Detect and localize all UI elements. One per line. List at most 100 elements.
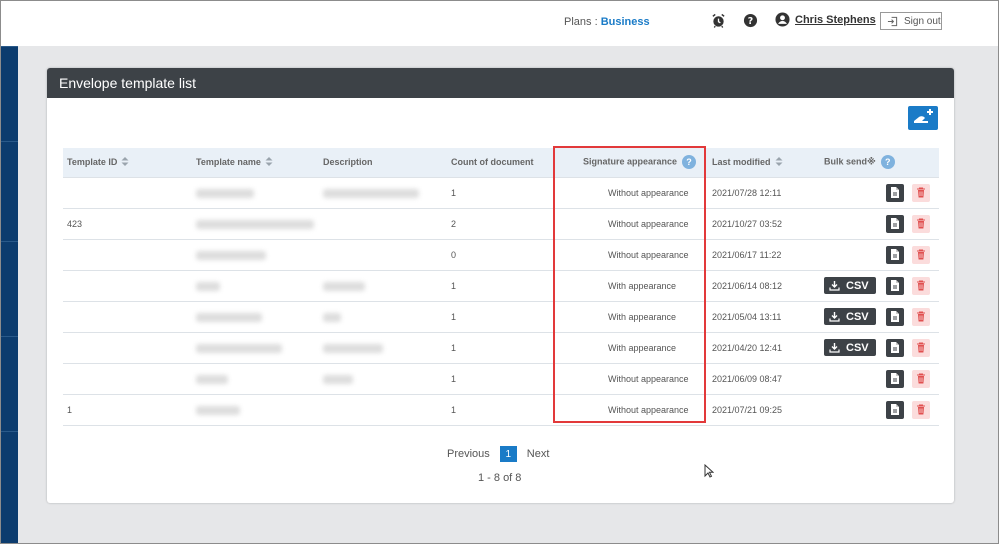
last-modified-cell: 2021/06/09 08:47 — [708, 362, 820, 394]
template-id-cell — [63, 269, 192, 301]
panel-title: Envelope template list — [47, 68, 954, 98]
signature-appearance-cell: Without appearance — [579, 393, 708, 426]
document-icon[interactable] — [886, 214, 904, 233]
description-cell — [319, 300, 447, 332]
redacted-description — [323, 188, 419, 198]
next-page-link[interactable]: Next — [527, 448, 550, 460]
document-count-cell: 1 — [447, 393, 579, 426]
current-page-number[interactable]: 1 — [499, 446, 517, 462]
csv-download-button[interactable]: CSV — [824, 339, 876, 356]
column-header-description: Description — [319, 148, 447, 177]
csv-download-button[interactable]: CSV — [824, 308, 876, 325]
description-cell — [319, 207, 447, 239]
redacted-template-name — [196, 312, 262, 322]
previous-page-link[interactable]: Previous — [447, 448, 490, 460]
document-icon[interactable] — [886, 338, 904, 357]
delete-icon[interactable] — [912, 276, 930, 295]
mouse-cursor-icon — [704, 463, 715, 483]
column-header-bulk-send: Bulk send※? — [820, 148, 939, 177]
last-modified-cell: 2021/07/21 09:25 — [708, 393, 820, 426]
redacted-description — [323, 312, 341, 322]
redacted-template-name — [196, 343, 282, 353]
download-icon — [829, 280, 840, 291]
column-header-template-name[interactable]: Template name — [192, 148, 319, 177]
table-row: 1 Without appearance 2021/06/09 08:47 — [63, 362, 939, 394]
sort-icon[interactable] — [265, 156, 273, 168]
template-name-cell — [192, 207, 319, 239]
csv-label: CSV — [846, 279, 869, 292]
envelope-template-panel: Envelope template list Template ID Templ… — [47, 68, 954, 503]
delete-icon[interactable] — [912, 214, 930, 233]
alarm-clock-icon[interactable] — [710, 12, 726, 28]
description-cell — [319, 362, 447, 394]
template-name-cell — [192, 238, 319, 270]
help-icon[interactable]: ? — [742, 12, 758, 28]
redacted-template-name — [196, 405, 240, 415]
actions-cell: CSV — [820, 331, 939, 363]
actions-cell — [820, 176, 939, 208]
column-header-last-modified[interactable]: Last modified — [708, 148, 820, 177]
csv-download-button[interactable]: CSV — [824, 277, 876, 294]
sign-out-icon — [887, 16, 898, 26]
svg-text:?: ? — [747, 15, 752, 26]
description-cell — [319, 331, 447, 363]
sign-out-button[interactable]: Sign out — [880, 12, 942, 30]
template-name-cell — [192, 269, 319, 301]
user-name: Chris Stephens — [795, 13, 876, 26]
document-icon[interactable] — [886, 183, 904, 202]
add-template-button[interactable] — [908, 106, 938, 130]
actions-cell — [820, 238, 939, 270]
user-account-link[interactable]: Chris Stephens — [775, 12, 876, 27]
redacted-description — [323, 343, 383, 353]
template-name-cell — [192, 331, 319, 363]
add-envelope-icon — [914, 109, 933, 123]
document-count-cell: 2 — [447, 207, 579, 239]
sort-icon[interactable] — [775, 156, 783, 168]
document-count-cell: 1 — [447, 269, 579, 301]
template-name-cell — [192, 362, 319, 394]
delete-icon[interactable] — [912, 245, 930, 264]
document-icon[interactable] — [886, 307, 904, 326]
actions-cell — [820, 362, 939, 394]
table-row: 1 With appearance 2021/05/04 13:11 CSV — [63, 300, 939, 332]
sign-out-label: Sign out — [904, 15, 941, 27]
template-name-cell — [192, 176, 319, 208]
delete-icon[interactable] — [912, 307, 930, 326]
sort-icon[interactable] — [121, 156, 129, 168]
signature-appearance-cell: With appearance — [579, 300, 708, 332]
template-id-cell — [63, 331, 192, 363]
document-count-cell: 0 — [447, 238, 579, 270]
document-icon[interactable] — [886, 276, 904, 295]
description-cell — [319, 393, 447, 426]
signature-appearance-cell: Without appearance — [579, 207, 708, 239]
actions-cell — [820, 393, 939, 426]
last-modified-cell: 2021/04/20 12:41 — [708, 331, 820, 363]
table-row: 1 With appearance 2021/06/14 08:12 CSV — [63, 269, 939, 301]
template-id-cell — [63, 238, 192, 270]
document-icon[interactable] — [886, 245, 904, 264]
column-header-template-id[interactable]: Template ID — [63, 148, 192, 177]
template-id-cell — [63, 362, 192, 394]
redacted-template-name — [196, 374, 228, 384]
column-header-signature-appearance: Signature appearance? — [579, 148, 708, 177]
last-modified-cell: 2021/06/14 08:12 — [708, 269, 820, 301]
signature-appearance-cell: Without appearance — [579, 176, 708, 208]
document-icon[interactable] — [886, 400, 904, 419]
csv-label: CSV — [846, 341, 869, 354]
table-row: 1 With appearance 2021/04/20 12:41 CSV — [63, 331, 939, 363]
side-navigation-bar — [0, 46, 18, 544]
template-table: Template ID Template name Description Co… — [63, 148, 939, 426]
delete-icon[interactable] — [912, 369, 930, 388]
help-icon[interactable]: ? — [880, 155, 895, 170]
help-icon[interactable]: ? — [682, 155, 697, 170]
redacted-description — [323, 281, 365, 291]
download-icon — [829, 311, 840, 322]
delete-icon[interactable] — [912, 183, 930, 202]
top-header: Plans : Business ? Chris Stephens Sign o… — [0, 0, 999, 46]
column-header-count-of-document: Count of document — [447, 148, 579, 177]
delete-icon[interactable] — [912, 338, 930, 357]
template-id-cell — [63, 300, 192, 332]
plans-label: Plans : — [564, 16, 598, 28]
delete-icon[interactable] — [912, 400, 930, 419]
document-icon[interactable] — [886, 369, 904, 388]
